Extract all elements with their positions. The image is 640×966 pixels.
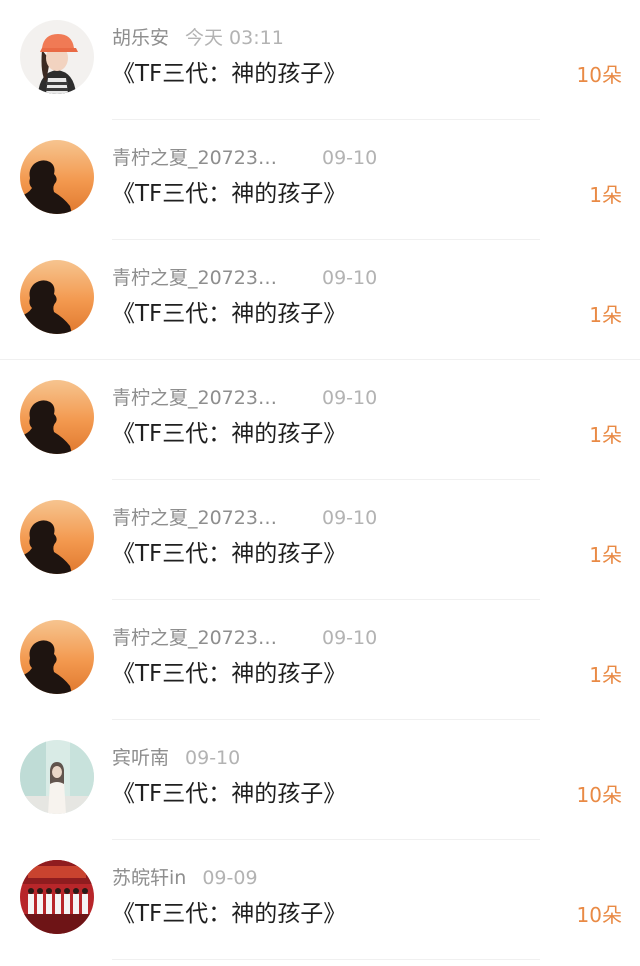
gift-title: 《TF三代：神的孩子》 (112, 301, 347, 327)
avatar[interactable] (20, 140, 94, 214)
gift-title: 《TF三代：神的孩子》 (112, 661, 347, 687)
username[interactable]: 青柠之夏_20723… (112, 262, 292, 294)
username[interactable]: 青柠之夏_20723… (112, 382, 292, 414)
gift-amount: 1朵 (589, 183, 622, 207)
avatar[interactable] (20, 20, 94, 94)
gift-title: 《TF三代：神的孩子》 (112, 901, 347, 927)
username[interactable]: 青柠之夏_20723… (112, 142, 292, 174)
gift-record-row[interactable]: 青柠之夏_20723… 09-10 《TF三代：神的孩子》 1朵 (0, 600, 640, 720)
gift-title: 《TF三代：神的孩子》 (112, 61, 347, 87)
avatar[interactable] (20, 620, 94, 694)
sunset-silhouette-avatar (20, 620, 94, 694)
row-divider (112, 959, 540, 960)
timestamp: 09-10 (322, 387, 378, 409)
record-meta: 胡乐安 今天 03:11 (112, 22, 284, 54)
username[interactable]: 青柠之夏_20723… (112, 502, 292, 534)
stage-group-avatar (20, 860, 94, 934)
gift-title: 《TF三代：神的孩子》 (112, 781, 347, 807)
username[interactable]: 宾听南 (112, 742, 169, 774)
record-meta: 青柠之夏_20723… 09-10 (112, 502, 377, 534)
gift-title: 《TF三代：神的孩子》 (112, 181, 347, 207)
gift-record-row[interactable]: 青柠之夏_20723… 09-10 《TF三代：神的孩子》 1朵 (0, 120, 640, 240)
gift-title: 《TF三代：神的孩子》 (112, 541, 347, 567)
username[interactable]: 苏皖轩in (112, 862, 186, 894)
gift-amount: 10朵 (576, 63, 622, 87)
timestamp: 09-10 (185, 747, 241, 769)
girl-orange-cap-avatar (20, 20, 94, 94)
sunset-silhouette-avatar (20, 140, 94, 214)
sunset-silhouette-avatar (20, 380, 94, 454)
username[interactable]: 青柠之夏_20723… (112, 622, 292, 654)
avatar[interactable] (20, 500, 94, 574)
gift-amount: 1朵 (589, 663, 622, 687)
gift-amount: 1朵 (589, 303, 622, 327)
gift-record-row[interactable]: 苏皖轩in 09-09 《TF三代：神的孩子》 10朵 (0, 840, 640, 960)
avatar[interactable] (20, 860, 94, 934)
record-meta: 青柠之夏_20723… 09-10 (112, 622, 377, 654)
sunset-silhouette-avatar (20, 260, 94, 334)
gift-record-row[interactable]: 宾听南 09-10 《TF三代：神的孩子》 10朵 (0, 720, 640, 840)
gift-record-row[interactable]: 胡乐安 今天 03:11 《TF三代：神的孩子》 10朵 (0, 0, 640, 120)
gift-amount: 1朵 (589, 543, 622, 567)
gift-amount: 10朵 (576, 903, 622, 927)
record-meta: 苏皖轩in 09-09 (112, 862, 258, 894)
gift-record-row[interactable]: 青柠之夏_20723… 09-10 《TF三代：神的孩子》 1朵 (0, 360, 640, 480)
girl-white-dress-avatar (20, 740, 94, 814)
avatar[interactable] (20, 740, 94, 814)
username[interactable]: 胡乐安 (112, 22, 169, 54)
timestamp: 09-09 (202, 867, 258, 889)
avatar[interactable] (20, 380, 94, 454)
gift-amount: 10朵 (576, 783, 622, 807)
gift-title: 《TF三代：神的孩子》 (112, 421, 347, 447)
timestamp: 09-10 (322, 147, 378, 169)
sunset-silhouette-avatar (20, 500, 94, 574)
timestamp: 09-10 (322, 627, 378, 649)
gift-record-row[interactable]: 青柠之夏_20723… 09-10 《TF三代：神的孩子》 1朵 (0, 240, 640, 360)
timestamp: 09-10 (322, 507, 378, 529)
gift-amount: 1朵 (589, 423, 622, 447)
gift-record-list: 胡乐安 今天 03:11 《TF三代：神的孩子》 10朵 青柠之夏_20723… 0 (0, 0, 640, 966)
record-meta: 青柠之夏_20723… 09-10 (112, 142, 377, 174)
gift-record-row[interactable]: 青柠之夏_20723… 09-10 《TF三代：神的孩子》 1朵 (0, 480, 640, 600)
timestamp: 09-10 (322, 267, 378, 289)
record-meta: 青柠之夏_20723… 09-10 (112, 382, 377, 414)
record-meta: 宾听南 09-10 (112, 742, 240, 774)
avatar[interactable] (20, 260, 94, 334)
timestamp: 今天 03:11 (185, 27, 284, 49)
record-meta: 青柠之夏_20723… 09-10 (112, 262, 377, 294)
